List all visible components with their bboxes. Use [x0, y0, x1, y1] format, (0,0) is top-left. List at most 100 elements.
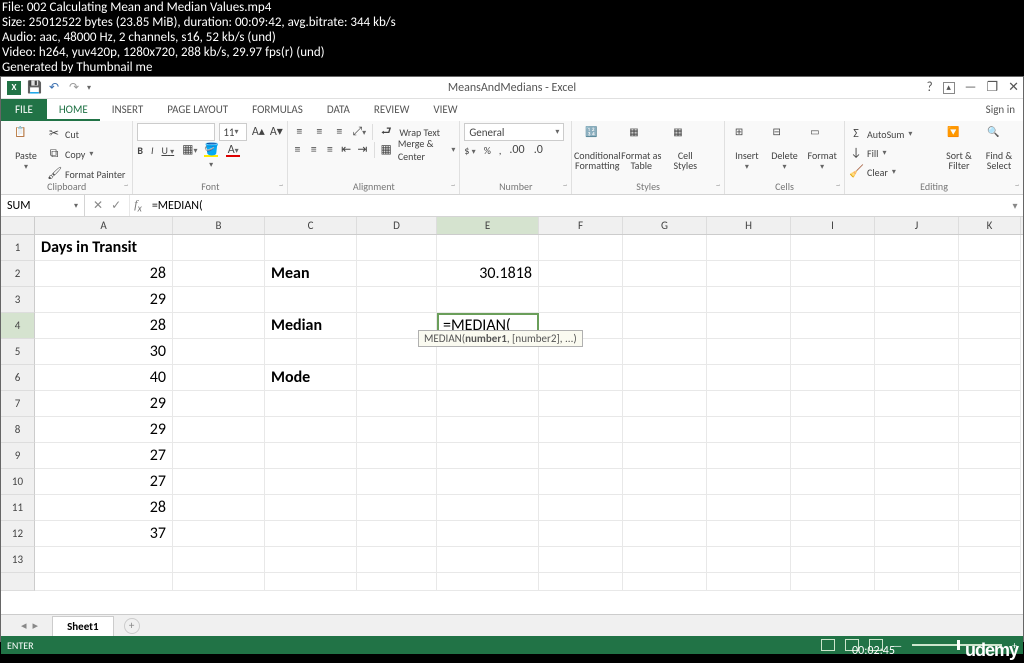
- tab-home[interactable]: HOME: [47, 99, 100, 121]
- cell-I1[interactable]: [791, 235, 875, 261]
- cell-K8[interactable]: [959, 417, 1021, 443]
- col-header-G[interactable]: G: [623, 217, 707, 234]
- cell-D3[interactable]: [357, 287, 437, 313]
- cell-A3[interactable]: 29: [35, 287, 173, 313]
- cell-J12[interactable]: [875, 521, 959, 547]
- normal-view-icon[interactable]: [821, 639, 835, 651]
- cell-F6[interactable]: [539, 365, 623, 391]
- row-header[interactable]: 5: [1, 339, 35, 365]
- format-as-table-button[interactable]: ▦Format as Table: [620, 123, 662, 171]
- cell-E3[interactable]: [437, 287, 539, 313]
- cut-button[interactable]: ✂Cut: [47, 125, 125, 143]
- cell-A7[interactable]: 29: [35, 391, 173, 417]
- cell-B7[interactable]: [173, 391, 265, 417]
- fill-color-icon[interactable]: 🪣▾: [204, 143, 218, 157]
- ribbon-options-icon[interactable]: ▴: [943, 82, 955, 94]
- cancel-formula-icon[interactable]: ✕: [93, 198, 103, 213]
- cell-D11[interactable]: [357, 495, 437, 521]
- cell-B6[interactable]: [173, 365, 265, 391]
- number-format-dropdown[interactable]: General▾: [464, 123, 564, 141]
- cell-A13[interactable]: [35, 547, 173, 573]
- decrease-font-icon[interactable]: A▾: [269, 125, 283, 139]
- cell-K9[interactable]: [959, 443, 1021, 469]
- cell-G5[interactable]: [623, 339, 707, 365]
- cell-F2[interactable]: [539, 261, 623, 287]
- underline-button[interactable]: U ▾: [161, 144, 174, 157]
- sheet-tab-1[interactable]: Sheet1: [52, 616, 114, 636]
- spreadsheet-grid[interactable]: A B C D E F G H I J K 1Days in Transit22…: [1, 217, 1023, 614]
- cell-H13[interactable]: [707, 547, 791, 573]
- cell-D10[interactable]: [357, 469, 437, 495]
- cell-F7[interactable]: [539, 391, 623, 417]
- cell-A1[interactable]: Days in Transit: [35, 235, 173, 261]
- cell-F1[interactable]: [539, 235, 623, 261]
- cell-G3[interactable]: [623, 287, 707, 313]
- find-select-button[interactable]: 🔍Find & Select: [979, 123, 1019, 181]
- cell-C8[interactable]: [265, 417, 357, 443]
- cell-B8[interactable]: [173, 417, 265, 443]
- cell-C6[interactable]: Mode: [265, 365, 357, 391]
- row-header[interactable]: 10: [1, 469, 35, 495]
- cell-C7[interactable]: [265, 391, 357, 417]
- row-header[interactable]: 9: [1, 443, 35, 469]
- cell-D7[interactable]: [357, 391, 437, 417]
- cell-H3[interactable]: [707, 287, 791, 313]
- cell-B2[interactable]: [173, 261, 265, 287]
- cell-styles-button[interactable]: ▦Cell Styles: [664, 123, 706, 171]
- tab-formulas[interactable]: FORMULAS: [240, 99, 315, 121]
- sort-filter-button[interactable]: 🔽Sort & Filter: [939, 123, 979, 181]
- cell-C13[interactable]: [265, 547, 357, 573]
- cell-G2[interactable]: [623, 261, 707, 287]
- cell-K11[interactable]: [959, 495, 1021, 521]
- redo-icon[interactable]: ↷: [67, 81, 81, 95]
- border-icon[interactable]: ▦▾: [182, 143, 196, 157]
- cell-E9[interactable]: [437, 443, 539, 469]
- cell-H10[interactable]: [707, 469, 791, 495]
- select-all-corner[interactable]: [1, 217, 35, 234]
- cell-D8[interactable]: [357, 417, 437, 443]
- sheet-nav-next-icon[interactable]: ▸: [33, 619, 39, 632]
- cell-E1[interactable]: [437, 235, 539, 261]
- row-header[interactable]: 3: [1, 287, 35, 313]
- cell-A10[interactable]: 27: [35, 469, 173, 495]
- cell-E11[interactable]: [437, 495, 539, 521]
- cell-H9[interactable]: [707, 443, 791, 469]
- decrease-indent-icon[interactable]: ⇤: [341, 143, 351, 157]
- font-name-box[interactable]: [137, 123, 215, 141]
- cell-A12[interactable]: 37: [35, 521, 173, 547]
- increase-decimal-icon[interactable]: .00: [509, 143, 523, 157]
- cell-B1[interactable]: [173, 235, 265, 261]
- cell-C2[interactable]: Mean: [265, 261, 357, 287]
- cell-C10[interactable]: [265, 469, 357, 495]
- conditional-formatting-button[interactable]: 🔢Conditional Formatting: [576, 123, 618, 171]
- tab-file[interactable]: FILE: [1, 99, 47, 121]
- cell-B13[interactable]: [173, 547, 265, 573]
- cell-G13[interactable]: [623, 547, 707, 573]
- col-header-J[interactable]: J: [875, 217, 959, 234]
- cell-G11[interactable]: [623, 495, 707, 521]
- cell-F3[interactable]: [539, 287, 623, 313]
- new-sheet-button[interactable]: +: [124, 618, 140, 634]
- cell-I2[interactable]: [791, 261, 875, 287]
- cell-H7[interactable]: [707, 391, 791, 417]
- col-header-B[interactable]: B: [173, 217, 265, 234]
- delete-cells-button[interactable]: ⊟Delete▾: [767, 123, 803, 172]
- increase-indent-icon[interactable]: ⇥: [357, 143, 367, 157]
- italic-button[interactable]: I: [151, 144, 154, 157]
- tab-view[interactable]: VIEW: [421, 99, 469, 121]
- col-header-E[interactable]: E: [437, 217, 539, 234]
- cell-G4[interactable]: [623, 313, 707, 339]
- merge-center-button[interactable]: Merge & Center: [398, 137, 446, 163]
- cell-G6[interactable]: [623, 365, 707, 391]
- fill-button[interactable]: ↓Fill ▾: [849, 144, 939, 162]
- cell-J6[interactable]: [875, 365, 959, 391]
- tab-data[interactable]: DATA: [315, 99, 362, 121]
- cell-F13[interactable]: [539, 547, 623, 573]
- cell-A9[interactable]: 27: [35, 443, 173, 469]
- clear-button[interactable]: 🧹Clear ▾: [849, 163, 939, 181]
- cell-B10[interactable]: [173, 469, 265, 495]
- cell-B11[interactable]: [173, 495, 265, 521]
- cell-B3[interactable]: [173, 287, 265, 313]
- cell-A5[interactable]: 30: [35, 339, 173, 365]
- col-header-D[interactable]: D: [357, 217, 437, 234]
